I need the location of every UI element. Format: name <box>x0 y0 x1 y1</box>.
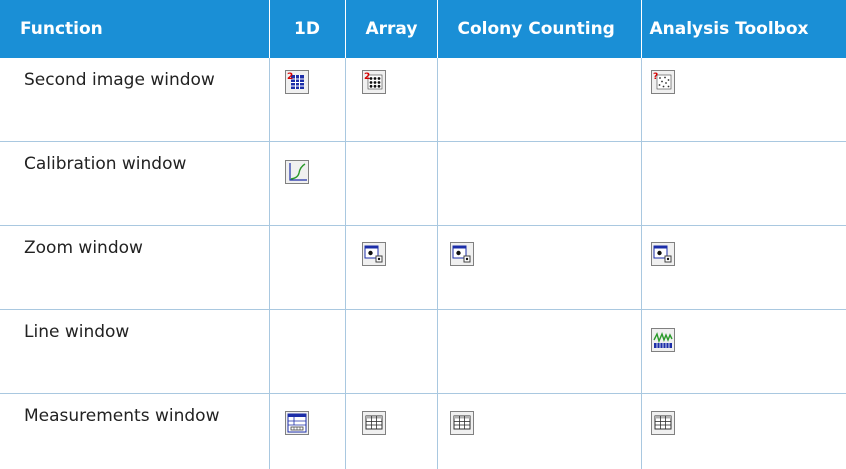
second-image-1d-icon[interactable]: 2 <box>285 70 309 94</box>
table-row: Second image window 2 2 ? <box>0 58 846 142</box>
zoom-window-icon[interactable] <box>362 242 386 266</box>
measurements-table-icon[interactable] <box>651 411 675 435</box>
svg-text:2: 2 <box>364 72 370 82</box>
table-row: Calibration window <box>0 142 846 226</box>
table-row: Zoom window <box>0 226 846 310</box>
calibration-curve-icon[interactable] <box>285 160 309 184</box>
zoom-window-icon[interactable] <box>450 242 474 266</box>
table-header-row: Function 1D Array Colony Counting Analys… <box>0 0 846 58</box>
zoom-window-icon[interactable] <box>651 242 675 266</box>
table-row: Line window <box>0 310 846 394</box>
measurements-1d-icon[interactable] <box>285 411 309 435</box>
second-image-array-icon[interactable]: 2 <box>362 70 386 94</box>
row-label-line: Line window <box>0 310 269 394</box>
svg-text:2: 2 <box>287 72 293 82</box>
header-colony-counting: Colony Counting <box>437 0 641 58</box>
measurements-table-icon[interactable] <box>362 411 386 435</box>
row-label-calibration: Calibration window <box>0 142 269 226</box>
header-array: Array <box>345 0 437 58</box>
window-function-table: Function 1D Array Colony Counting Analys… <box>0 0 846 469</box>
header-1d: 1D <box>269 0 345 58</box>
second-image-toolbox-icon[interactable]: ? <box>651 70 675 94</box>
row-label-measurements: Measurements window <box>0 394 269 469</box>
line-profile-icon[interactable] <box>651 328 675 352</box>
header-function: Function <box>0 0 269 58</box>
row-label-second-image: Second image window <box>0 58 269 142</box>
svg-text:?: ? <box>653 72 658 82</box>
measurements-table-icon[interactable] <box>450 411 474 435</box>
row-label-zoom: Zoom window <box>0 226 269 310</box>
table-row: Measurements window <box>0 394 846 469</box>
header-analysis-toolbox: Analysis Toolbox <box>641 0 846 58</box>
